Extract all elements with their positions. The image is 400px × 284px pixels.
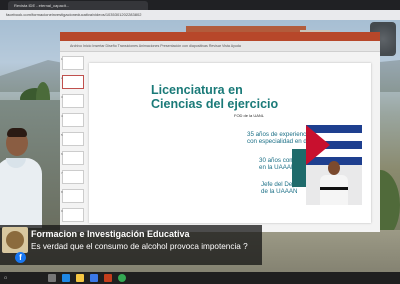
explorer-icon[interactable] xyxy=(76,274,84,282)
windows-taskbar: O xyxy=(0,272,400,284)
banner-page-name: Formacion e Investigación Educativa xyxy=(31,229,190,239)
slide-thumbnails: 1 2 3 4 5 6 7 8 9 xyxy=(61,56,86,232)
person-head xyxy=(328,161,340,175)
slide-thumbnail-number: 7 xyxy=(61,171,63,175)
ppt-toolbar: Archivo Inicio Insertar Diseño Transicio… xyxy=(60,32,380,52)
channel-logo-emblem xyxy=(6,231,24,249)
coach-photo xyxy=(306,125,362,205)
slide-thumbnail[interactable]: 8 xyxy=(61,189,84,203)
person-belt xyxy=(320,187,348,190)
accent-bar xyxy=(292,149,306,187)
slide-title: Licenciatura en Ciencias del ejercicio xyxy=(151,83,279,111)
facebook-icon: f xyxy=(15,252,26,263)
tab-bar: Revista IDE - eternal_capacit... xyxy=(0,0,400,10)
slide-thumbnail-number: 3 xyxy=(61,95,63,99)
chrome-icon[interactable] xyxy=(118,274,126,282)
channel-logo xyxy=(2,227,28,253)
slide-thumbnail[interactable]: 9 xyxy=(61,208,84,222)
slide-thumbnail[interactable]: 2 xyxy=(61,75,84,89)
slide-subtitle: FOD de la UANL xyxy=(234,113,265,118)
task-view-icon[interactable] xyxy=(48,274,56,282)
address-bar-url[interactable]: facebook.com/formacioneinvestigacioneduc… xyxy=(0,11,260,18)
slide-thumbnail[interactable]: 6 xyxy=(61,151,84,165)
webcam-feed xyxy=(0,100,60,230)
slide-thumbnail[interactable]: 5 xyxy=(61,132,84,146)
presenter-hair xyxy=(7,128,27,137)
slide-thumbnail-number: 2 xyxy=(61,76,63,80)
slide-thumbnail-number: 6 xyxy=(61,152,63,156)
powerpoint-icon[interactable] xyxy=(104,274,112,282)
slide-thumbnail[interactable]: 3 xyxy=(61,94,84,108)
edge-icon[interactable] xyxy=(62,274,70,282)
ppt-title-bar xyxy=(60,32,380,41)
person-karate-gi xyxy=(320,175,348,205)
browser-tab[interactable]: Revista IDE - eternal_capacit... xyxy=(8,1,148,10)
slide-thumbnail-number: 9 xyxy=(61,209,63,213)
slide-thumbnail-number: 1 xyxy=(61,57,63,61)
search-icon[interactable]: O xyxy=(4,274,7,282)
slide-thumbnail[interactable]: 7 xyxy=(61,170,84,184)
flag-triangle xyxy=(306,125,330,165)
presenter-body xyxy=(0,158,42,228)
store-icon[interactable] xyxy=(90,274,98,282)
slide: Licenciatura en Ciencias del ejercicio F… xyxy=(89,63,371,223)
banner-question: Es verdad que el consumo de alcohol prov… xyxy=(31,242,248,251)
slide-thumbnail-number: 8 xyxy=(61,190,63,194)
slide-thumbnail-number: 4 xyxy=(61,114,63,118)
slide-thumbnail[interactable]: 4 xyxy=(61,113,84,127)
slide-thumbnail[interactable]: 1 xyxy=(61,56,84,70)
slide-thumbnail-number: 5 xyxy=(61,133,63,137)
ppt-ribbon-tabs[interactable]: Archivo Inicio Insertar Diseño Transicio… xyxy=(70,42,360,50)
